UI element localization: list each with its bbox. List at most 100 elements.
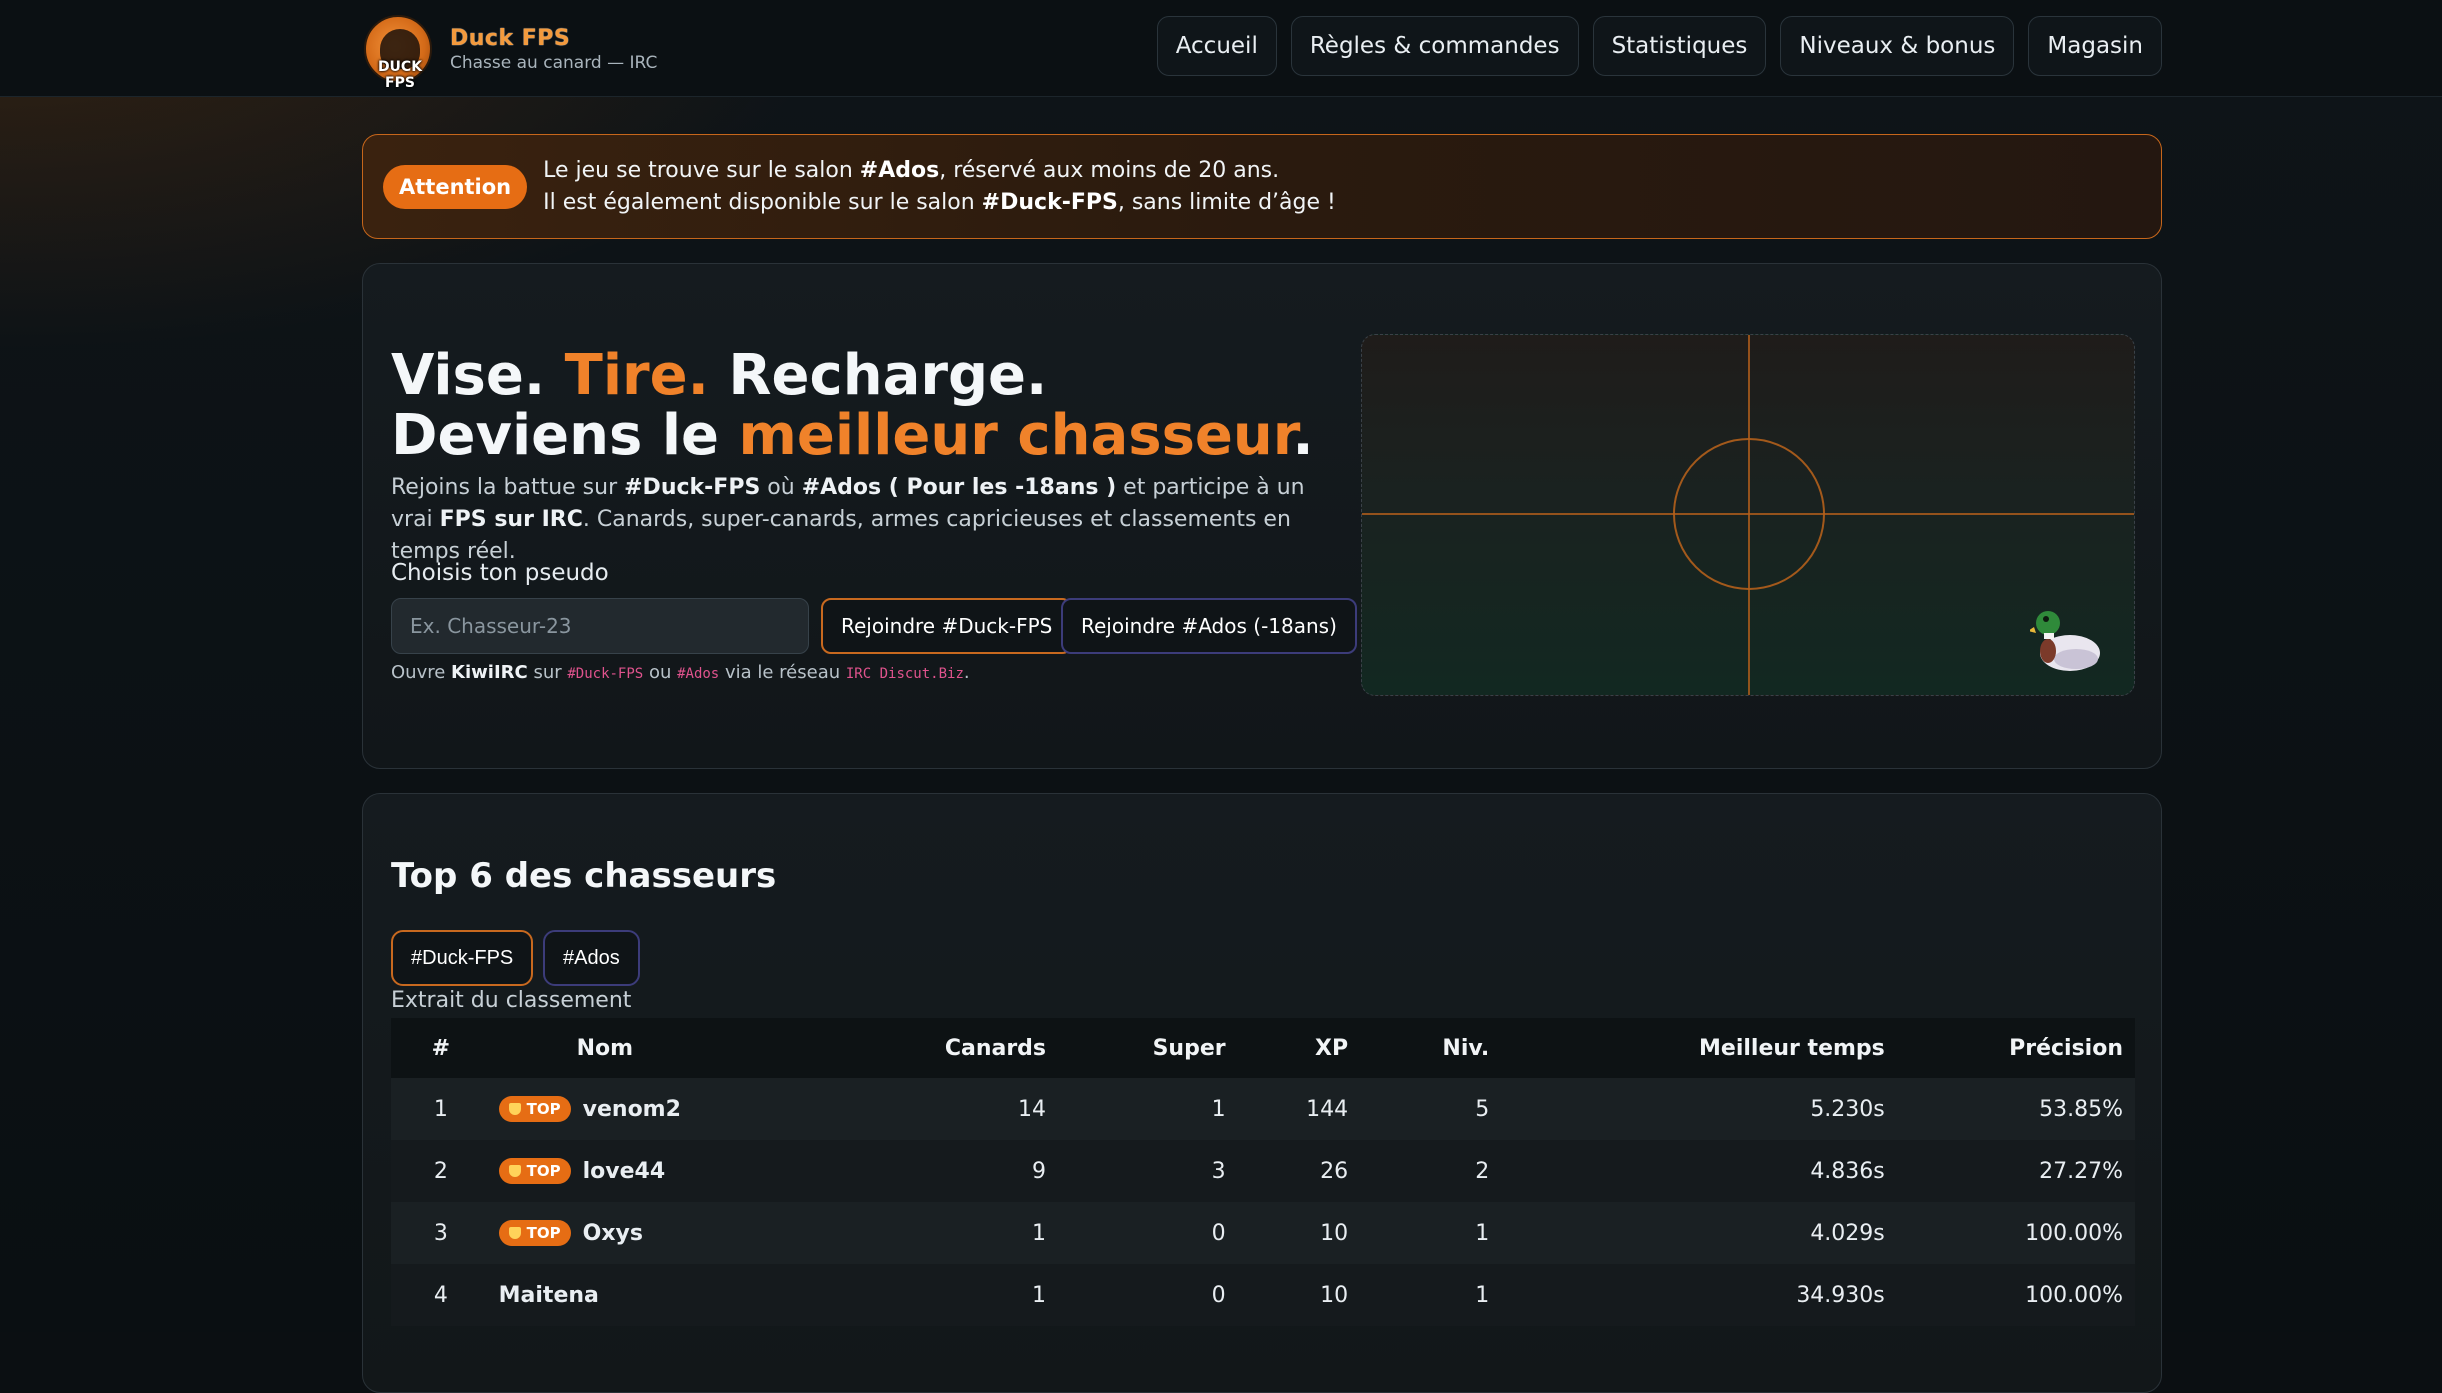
leaderboard-table: # Nom Canards Super XP Niv. Meilleur tem… xyxy=(391,1018,2135,1326)
nav-accueil[interactable]: Accueil xyxy=(1156,16,1277,76)
cell-super: 0 xyxy=(1046,1264,1226,1326)
player-name: love44 xyxy=(582,1158,666,1184)
join-ados-button[interactable]: Rejoindre #Ados (-18ans) xyxy=(1061,598,1357,654)
main-nav: Accueil Règles & commandes Statistiques … xyxy=(1156,16,2162,76)
hint-code-network: IRC Discut.Biz xyxy=(845,666,964,682)
brand-subtitle: Chasse au canard — IRC xyxy=(450,52,658,73)
top-badge-label: TOP xyxy=(526,1162,561,1180)
table-row[interactable]: 4 Maitena 1 0 10 1 34.930s 100.00% xyxy=(391,1264,2135,1326)
cell-niv: 1 xyxy=(1348,1202,1490,1264)
alert-line-1: Le jeu se trouve sur le salon #Ados, rés… xyxy=(543,155,1336,187)
table-row[interactable]: 3 TOP Oxys 1 0 10 1 4.029s 100.00% xyxy=(391,1202,2135,1264)
hint-part-4: via le réseau xyxy=(719,662,846,683)
cell-rank: 3 xyxy=(391,1202,491,1264)
desc-part-2: où xyxy=(760,475,802,500)
hero-t1-tail: Recharge. xyxy=(708,343,1048,408)
hint-code-duck: #Duck-FPS xyxy=(567,666,644,682)
player-name-wrap: TOP love44 xyxy=(498,1158,719,1184)
player-name: Oxys xyxy=(582,1220,643,1246)
duck-target-icon[interactable] xyxy=(2030,605,2102,675)
col-precision: Précision xyxy=(1884,1018,2135,1078)
pseudo-input[interactable] xyxy=(391,598,809,654)
cell-canards: 1 xyxy=(719,1264,1047,1326)
brand-title: Duck FPS xyxy=(450,25,571,51)
trophy-icon xyxy=(508,1227,521,1239)
nav-magasin[interactable]: Magasin xyxy=(2028,16,2162,76)
table-row[interactable]: 1 TOP venom2 14 1 144 5 5.230s 53.85% xyxy=(391,1078,2135,1140)
alert-line-2: Il est également disponible sur le salon… xyxy=(543,187,1336,219)
hint-part-2: sur xyxy=(527,662,568,683)
desc-bold-3: FPS sur IRC xyxy=(439,507,583,532)
cell-xp: 144 xyxy=(1225,1078,1349,1140)
top-bar: DUCK FPS Duck FPS Chasse au canard — IRC… xyxy=(0,0,2442,97)
table-header-row: # Nom Canards Super XP Niv. Meilleur tem… xyxy=(391,1018,2135,1078)
cell-precision: 100.00% xyxy=(1884,1202,2135,1264)
alert-line1-pre: Le jeu se trouve sur le salon xyxy=(543,157,860,183)
hero-t2-tail: . xyxy=(1292,403,1314,468)
nav-statistiques[interactable]: Statistiques xyxy=(1592,16,1767,76)
alert-channel-duck: #Duck-FPS xyxy=(981,189,1118,215)
cell-precision: 27.27% xyxy=(1884,1140,2135,1202)
leaderboard-subtitle: Extrait du classement xyxy=(391,988,632,1013)
leaderboard-rows: 1 TOP venom2 14 1 144 5 5.230s 53.85% 2 TOP love44 9… xyxy=(391,1078,2135,1326)
desc-part-1: Rejoins la battue sur xyxy=(391,475,625,500)
col-name: Nom xyxy=(490,1018,720,1078)
cell-meilleur-temps: 5.230s xyxy=(1489,1078,1885,1140)
cell-niv: 5 xyxy=(1348,1078,1490,1140)
hero-t1: Vise. xyxy=(391,343,565,408)
table-row[interactable]: 2 TOP love44 9 3 26 2 4.836s 27.27% xyxy=(391,1140,2135,1202)
tab-ados[interactable]: #Ados xyxy=(543,930,640,986)
top-badge-label: TOP xyxy=(526,1224,561,1242)
top-badge: TOP xyxy=(498,1220,571,1246)
nav-regles[interactable]: Règles & commandes xyxy=(1290,16,1579,76)
leaderboard-title: Top 6 des chasseurs xyxy=(391,856,777,896)
cell-xp: 10 xyxy=(1225,1264,1349,1326)
cell-name: TOP love44 xyxy=(490,1140,720,1202)
hint-code-ados: #Ados xyxy=(677,666,720,682)
col-rank: # xyxy=(391,1018,491,1078)
hero-description: Rejoins la battue sur #Duck-FPS où #Ados… xyxy=(391,472,1321,568)
cell-meilleur-temps: 4.029s xyxy=(1489,1202,1885,1264)
col-super: Super xyxy=(1046,1018,1226,1078)
brand[interactable]: DUCK FPS Duck FPS Chasse au canard — IRC xyxy=(364,10,657,91)
desc-bold-2: #Ados ( Pour les -18ans ) xyxy=(801,475,1117,500)
kiwiirc-hint: Ouvre KiwiIRC sur #Duck-FPS ou #Ados via… xyxy=(391,662,970,683)
hero-t1-accent: Tire. xyxy=(564,343,709,408)
nav-niveaux[interactable]: Niveaux & bonus xyxy=(1780,16,2015,76)
cell-rank: 4 xyxy=(391,1264,491,1326)
alert-line2-pre: Il est également disponible sur le salon xyxy=(543,189,982,215)
col-xp: XP xyxy=(1225,1018,1349,1078)
attention-alert: Attention Le jeu se trouve sur le salon … xyxy=(362,134,2162,239)
crosshair-ring-icon xyxy=(1673,438,1825,590)
brand-text: Duck FPS Chasse au canard — IRC xyxy=(450,26,657,73)
cell-rank: 2 xyxy=(391,1140,491,1202)
cell-meilleur-temps: 34.930s xyxy=(1489,1264,1885,1326)
player-name: venom2 xyxy=(582,1096,681,1122)
cell-precision: 53.85% xyxy=(1884,1078,2135,1140)
cell-xp: 10 xyxy=(1225,1202,1349,1264)
col-canards: Canards xyxy=(719,1018,1047,1078)
cell-xp: 26 xyxy=(1225,1140,1349,1202)
cell-rank: 1 xyxy=(391,1078,491,1140)
cell-niv: 1 xyxy=(1348,1264,1490,1326)
hint-part-3: ou xyxy=(643,662,678,683)
cell-canards: 14 xyxy=(719,1078,1047,1140)
hero-t2: Deviens le xyxy=(391,403,739,468)
logo-text: DUCK FPS xyxy=(377,59,423,91)
cell-name: Maitena xyxy=(490,1264,720,1326)
alert-line1-post: , réservé aux moins de 20 ans. xyxy=(939,157,1280,183)
col-niv: Niv. xyxy=(1348,1018,1490,1078)
tab-duck-fps[interactable]: #Duck-FPS xyxy=(391,930,534,986)
leaderboard-card: Top 6 des chasseurs #Duck-FPS #Ados Extr… xyxy=(362,793,2162,1393)
pseudo-label: Choisis ton pseudo xyxy=(391,560,609,586)
top-badge: TOP xyxy=(498,1158,571,1184)
desc-bold-1: #Duck-FPS xyxy=(624,475,761,500)
cell-precision: 100.00% xyxy=(1884,1264,2135,1326)
top-badge: TOP xyxy=(498,1096,571,1122)
duck-logo-icon: DUCK FPS xyxy=(364,15,432,91)
cell-super: 0 xyxy=(1046,1202,1226,1264)
alert-channel-ados: #Ados xyxy=(859,157,940,183)
join-duck-fps-button[interactable]: Rejoindre #Duck-FPS xyxy=(821,598,1073,654)
hint-part-5: . xyxy=(963,662,970,683)
top-badge-label: TOP xyxy=(526,1100,561,1118)
